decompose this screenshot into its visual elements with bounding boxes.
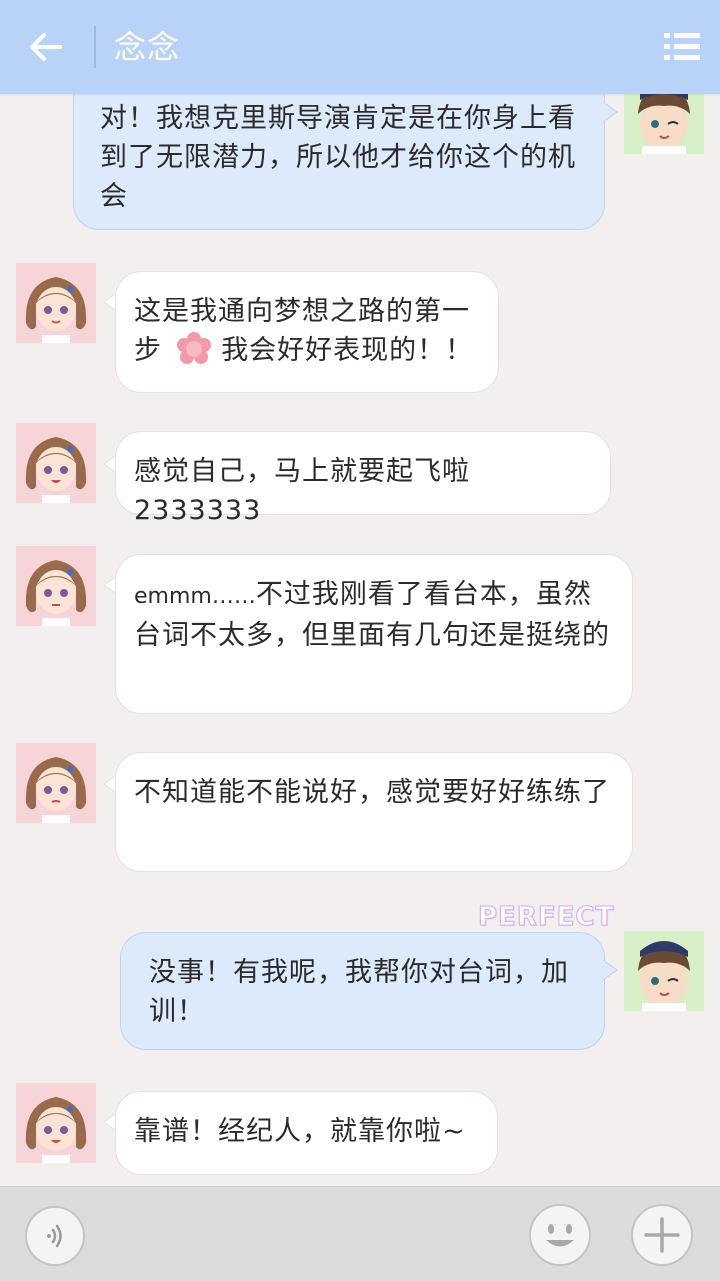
message-bubble-incoming: 靠谱！经纪人，就靠你啦~ xyxy=(115,1091,498,1175)
header-divider xyxy=(94,26,96,68)
voice-icon xyxy=(25,1206,85,1266)
perfect-badge: PERFECT xyxy=(477,902,615,933)
arrow-left-icon xyxy=(30,33,62,61)
avatar-niannian[interactable] xyxy=(16,263,96,343)
message-bubble-incoming: 感觉自己，马上就要起飞啦2333333 xyxy=(115,431,611,526)
emoji-button[interactable] xyxy=(528,1203,592,1267)
input-bar xyxy=(0,1186,720,1281)
list-menu-icon xyxy=(664,33,700,60)
message-text: 不知道能不能说好，感觉要好好练练了 xyxy=(134,777,610,808)
message-bubble-incoming: 不知道能不能说好，感觉要好好练练了 xyxy=(115,752,633,872)
message-text: 靠谱！经纪人，就靠你啦~ xyxy=(134,1116,466,1147)
pink-flower-icon xyxy=(174,331,214,367)
message-bubble-incoming: 这是我通向梦想之路的第一步 我会好好表现的！！ xyxy=(115,271,499,393)
message-text: 我会好好表现的！！ xyxy=(221,335,474,366)
bubble-tail xyxy=(603,959,618,981)
back-button[interactable] xyxy=(24,24,70,70)
message-text: 对！我想克里斯导演肯定是在你身上看到了无限潜力，所以他才给你这个的机会 xyxy=(100,103,576,212)
plus-icon xyxy=(631,1204,693,1266)
avatar-niannian[interactable] xyxy=(16,423,96,503)
voice-button[interactable] xyxy=(24,1205,86,1267)
avatar-niannian[interactable] xyxy=(16,546,96,626)
message-text: 没事！有我呢，我帮你对台词，加训！ xyxy=(149,957,569,1027)
avatar-user[interactable] xyxy=(624,931,704,1011)
message-text-prefix: emmm…… xyxy=(134,584,256,609)
bubble-tail xyxy=(603,101,618,123)
more-button[interactable] xyxy=(630,1203,694,1267)
chat-area[interactable]: 对！我想克里斯导演肯定是在你身上看到了无限潜力，所以他才给你这个的机会 这是我通… xyxy=(0,0,720,1186)
message-bubble-outgoing: 对！我想克里斯导演肯定是在你身上看到了无限潜力，所以他才给你这个的机会 xyxy=(73,72,605,230)
smiley-icon xyxy=(529,1204,591,1266)
chat-header: 念念 xyxy=(0,0,720,94)
avatar-niannian[interactable] xyxy=(16,743,96,823)
chat-title: 念念 xyxy=(114,28,181,66)
menu-button[interactable] xyxy=(664,30,700,64)
message-bubble-outgoing: 没事！有我呢，我帮你对台词，加训！ xyxy=(120,932,605,1050)
avatar-niannian[interactable] xyxy=(16,1083,96,1163)
message-bubble-incoming: emmm……不过我刚看了看台本，虽然台词不太多，但里面有几句还是挺绕的 xyxy=(115,554,633,714)
message-text: 感觉自己，马上就要起飞啦2333333 xyxy=(134,456,470,526)
